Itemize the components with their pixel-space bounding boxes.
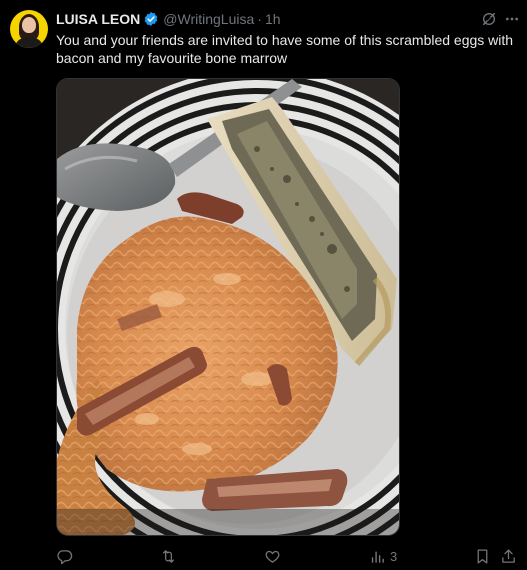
bookmark-button[interactable] [474, 546, 491, 566]
tweet-photo[interactable] [56, 78, 400, 536]
reply-button[interactable] [56, 546, 73, 566]
views-count: 3 [390, 548, 398, 564]
share-button[interactable] [500, 546, 517, 566]
reply-icon [57, 549, 73, 564]
author-name[interactable]: LUISA LEON [56, 11, 140, 27]
tweet-header: LUISA LEON @WritingLuisa · 1h [56, 10, 281, 28]
action-bar: 3 [56, 546, 521, 568]
more-icon[interactable] [503, 11, 521, 27]
author-handle[interactable]: @WritingLuisa [163, 11, 254, 27]
timestamp[interactable]: 1h [265, 11, 281, 27]
food-photo [57, 79, 399, 535]
views-icon [371, 551, 384, 563]
avatar[interactable] [10, 10, 48, 48]
tweet: LUISA LEON @WritingLuisa · 1h You and yo… [0, 0, 527, 570]
views-button[interactable]: 3 [369, 546, 397, 566]
separator-dot: · [257, 11, 262, 27]
tweet-text: You and your friends are invited to have… [56, 32, 514, 66]
grok-icon[interactable] [481, 11, 497, 27]
bookmark-icon [477, 548, 488, 564]
share-icon [502, 548, 515, 563]
like-icon [265, 550, 280, 563]
repost-button[interactable] [160, 546, 177, 566]
repost-icon [162, 549, 175, 563]
verified-badge-icon [143, 11, 159, 27]
like-button[interactable] [264, 546, 281, 566]
